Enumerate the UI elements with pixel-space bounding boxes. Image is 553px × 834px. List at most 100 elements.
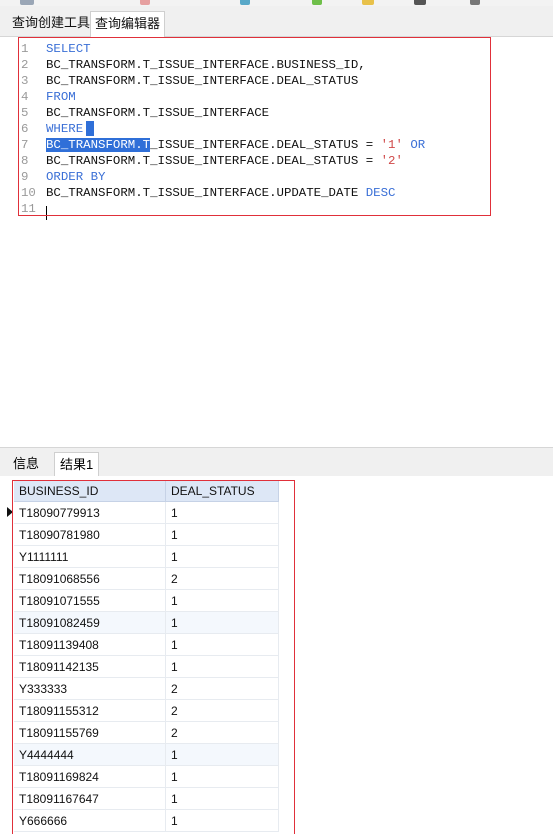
sql-keyword: ORDER BY	[46, 170, 106, 184]
table-row[interactable]: Y333333 2	[14, 678, 279, 700]
grid-header: BUSINESS_ID DEAL_STATUS	[14, 480, 279, 502]
cell-deal-status[interactable]: 2	[166, 722, 279, 744]
toolbar-icon-2[interactable]	[140, 0, 150, 5]
sql-identifier: BC_TRANSFORM.T_ISSUE_INTERFACE.UPDATE_DA…	[46, 186, 366, 200]
tab-query-builder[interactable]: 查询创建工具	[8, 11, 94, 36]
sql-identifier: BC_TRANSFORM.T_ISSUE_INTERFACE.DEAL_STAT…	[46, 74, 359, 88]
cell-business-id[interactable]: Y4444444	[14, 744, 166, 766]
result-tab-bar: 信息 结果1	[0, 447, 553, 477]
code-line[interactable]: 7 BC_TRANSFORM.T_ISSUE_INTERFACE.DEAL_STA…	[0, 137, 553, 153]
tab-query-editor[interactable]: 查询编辑器	[90, 11, 166, 37]
toolbar-icon-5[interactable]	[362, 0, 374, 5]
selected-text: BC_TRANSFORM.T	[46, 138, 151, 152]
table-row[interactable]: T18091139408 1	[14, 634, 279, 656]
code-line[interactable]: 4 FROM	[0, 89, 553, 105]
column-header-deal-status[interactable]: DEAL_STATUS	[166, 480, 279, 502]
line-number: 6	[21, 122, 29, 136]
line-number: 2	[21, 58, 29, 72]
code-line[interactable]: 2 BC_TRANSFORM.T_ISSUE_INTERFACE.BUSINESS…	[0, 57, 553, 73]
editor-tab-bar: 查询创建工具 查询编辑器	[0, 6, 553, 37]
cell-deal-status[interactable]: 1	[166, 524, 279, 546]
line-number: 1	[21, 42, 29, 56]
sql-string: '2'	[380, 154, 403, 168]
tab-result1[interactable]: 结果1	[54, 452, 100, 477]
toolbar-icon-7[interactable]	[470, 0, 480, 5]
cell-deal-status[interactable]: 1	[166, 810, 279, 832]
cell-business-id[interactable]: T18090781980	[14, 524, 166, 546]
sql-keyword: FROM	[46, 90, 76, 104]
table-row[interactable]: Y4444444 1	[14, 744, 279, 766]
sql-keyword: DESC	[365, 186, 396, 200]
line-number: 8	[21, 154, 29, 168]
cell-deal-status[interactable]: 1	[166, 546, 279, 568]
code-line[interactable]: 1 SELECT	[0, 41, 553, 57]
cell-business-id[interactable]: T18090779913	[14, 502, 166, 524]
text-caret	[46, 206, 47, 220]
table-row[interactable]: T18091169824 1	[14, 766, 279, 788]
sql-string: '1'	[380, 138, 403, 152]
cell-deal-status[interactable]: 1	[166, 656, 279, 678]
cell-deal-status[interactable]: 2	[166, 700, 279, 722]
toolbar-icon-1[interactable]	[20, 0, 34, 5]
line-number: 11	[21, 202, 36, 216]
table-row[interactable]: T18091068556 2	[14, 568, 279, 590]
code-text: BC_TRANSFORM.T_ISSUE_INTERFACE	[46, 105, 269, 121]
code-line[interactable]: 6 WHERE	[0, 121, 553, 137]
cell-business-id[interactable]: T18091082459	[14, 612, 166, 634]
cell-deal-status[interactable]: 1	[166, 766, 279, 788]
code-line[interactable]: 11	[0, 201, 553, 217]
line-number: 9	[21, 170, 29, 184]
line-number: 3	[21, 74, 29, 88]
sql-identifier: _ISSUE_INTERFACE.DEAL_STATUS =	[150, 138, 381, 152]
table-row[interactable]: T18091142135 1	[14, 656, 279, 678]
toolbar-icon-3[interactable]	[240, 0, 250, 5]
cell-business-id[interactable]: T18091167647	[14, 788, 166, 810]
code-line[interactable]: 10 BC_TRANSFORM.T_ISSUE_INTERFACE.UPDATE_…	[0, 185, 553, 201]
cell-business-id[interactable]: T18091142135	[14, 656, 166, 678]
table-row[interactable]: T18091155312 2	[14, 700, 279, 722]
table-row[interactable]: Y1111111 1	[14, 546, 279, 568]
toolbar-icon-6[interactable]	[414, 0, 426, 5]
cell-deal-status[interactable]: 1	[166, 744, 279, 766]
cell-business-id[interactable]: T18091071555	[14, 590, 166, 612]
table-row[interactable]: T18091167647 1	[14, 788, 279, 810]
sql-identifier: BC_TRANSFORM.T_ISSUE_INTERFACE.DEAL_STAT…	[46, 154, 381, 168]
cell-deal-status[interactable]: 1	[166, 612, 279, 634]
sql-identifier: BC_TRANSFORM.T_ISSUE_INTERFACE	[46, 106, 270, 120]
code-text: WHERE	[46, 121, 83, 137]
toolbar-icon-4[interactable]	[312, 0, 322, 5]
table-row[interactable]: T18091071555 1	[14, 590, 279, 612]
code-line[interactable]: 8 BC_TRANSFORM.T_ISSUE_INTERFACE.DEAL_STA…	[0, 153, 553, 169]
cell-deal-status[interactable]: 1	[166, 590, 279, 612]
line-number: 5	[21, 106, 29, 120]
table-row[interactable]: T18090779913 1	[14, 502, 279, 524]
cell-business-id[interactable]: Y666666	[14, 810, 166, 832]
sql-keyword: OR	[402, 138, 426, 152]
cell-deal-status[interactable]: 1	[166, 502, 279, 524]
code-line[interactable]: 5 BC_TRANSFORM.T_ISSUE_INTERFACE	[0, 105, 553, 121]
result-grid[interactable]: BUSINESS_ID DEAL_STATUS T18090779913 1 T18…	[0, 476, 553, 834]
cell-business-id[interactable]: Y333333	[14, 678, 166, 700]
tab-info[interactable]: 信息	[8, 452, 44, 476]
cell-business-id[interactable]: T18091155312	[14, 700, 166, 722]
cell-business-id[interactable]: Y1111111	[14, 546, 166, 568]
code-text: BC_TRANSFORM.T_ISSUE_INTERFACE.DEAL_STAT…	[46, 73, 358, 89]
cell-business-id[interactable]: T18091139408	[14, 634, 166, 656]
code-line[interactable]: 9 ORDER BY	[0, 169, 553, 185]
column-header-business-id[interactable]: BUSINESS_ID	[14, 480, 166, 502]
cell-business-id[interactable]: T18091155769	[14, 722, 166, 744]
table-row[interactable]: T18091155769 2	[14, 722, 279, 744]
table-row[interactable]: Y666666 1	[14, 810, 279, 832]
cell-deal-status[interactable]: 2	[166, 568, 279, 590]
code-text: FROM	[46, 89, 76, 105]
table-row[interactable]: T18091082459 1	[14, 612, 279, 634]
cell-business-id[interactable]: T18091068556	[14, 568, 166, 590]
code-line[interactable]: 3 BC_TRANSFORM.T_ISSUE_INTERFACE.DEAL_STA…	[0, 73, 553, 89]
sql-keyword: WHERE	[46, 122, 84, 136]
cell-business-id[interactable]: T18091169824	[14, 766, 166, 788]
table-row[interactable]: T18090781980 1	[14, 524, 279, 546]
cell-deal-status[interactable]: 2	[166, 678, 279, 700]
cell-deal-status[interactable]: 1	[166, 634, 279, 656]
cell-deal-status[interactable]: 1	[166, 788, 279, 810]
sql-editor[interactable]: 1 SELECT 2 BC_TRANSFORM.T_ISSUE_INTERFACE.B…	[0, 37, 553, 447]
